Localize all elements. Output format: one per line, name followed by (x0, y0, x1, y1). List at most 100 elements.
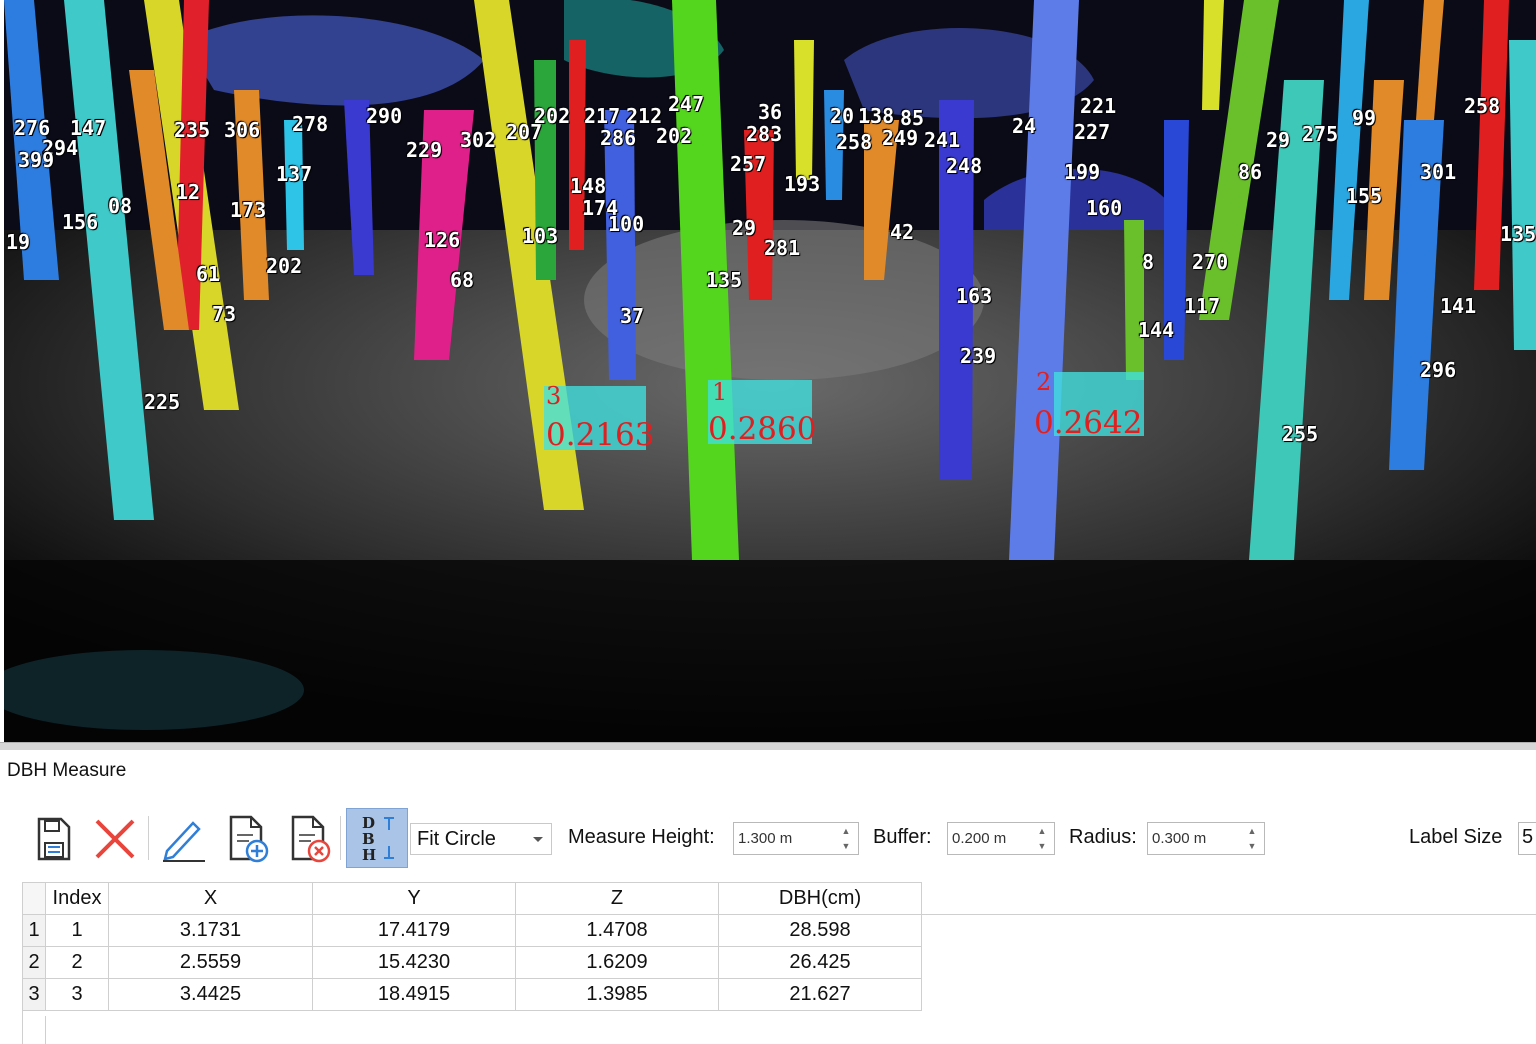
delete-button[interactable] (88, 812, 142, 866)
tree-label: 100 (608, 212, 645, 236)
tree-label: 193 (784, 172, 821, 196)
edit-button[interactable] (156, 812, 210, 866)
tree-label: 229 (406, 138, 443, 162)
tree-label: 29 (1266, 128, 1291, 152)
edit-icon (163, 821, 205, 862)
save-button[interactable] (26, 812, 80, 866)
cell-x[interactable]: 3.1731 (108, 914, 313, 947)
save-icon (37, 817, 71, 861)
tree-label: 239 (960, 344, 997, 368)
measurement-index: 3 (546, 382, 562, 410)
cell-index[interactable]: 2 (45, 946, 109, 979)
cell-z[interactable]: 1.3985 (515, 978, 719, 1011)
tree-label: 258 (836, 130, 873, 154)
tree-label: 278 (292, 112, 329, 136)
remove-record-button[interactable] (282, 812, 336, 866)
panel-splitter[interactable] (0, 742, 1536, 750)
buffer-value: 0.200 m (952, 830, 1007, 847)
tree-label: 138 (858, 104, 895, 128)
chevron-down-icon (533, 837, 543, 842)
tree-label: 399 (18, 148, 55, 172)
radius-input[interactable]: 0.300 m ▲ ▼ (1147, 822, 1265, 855)
toolbar-separator (148, 816, 149, 860)
add-record-button[interactable] (220, 812, 274, 866)
tree-label: 86 (1238, 160, 1263, 184)
dbh-measure-button[interactable]: D B H (346, 808, 408, 868)
cell-index[interactable]: 3 (45, 978, 109, 1011)
tree-label: 126 (424, 228, 461, 252)
table-row[interactable]: 2 2 2.5559 15.4230 1.6209 26.425 (22, 946, 922, 979)
cell-z[interactable]: 1.4708 (515, 914, 719, 947)
cell-z[interactable]: 1.6209 (515, 946, 719, 979)
tree-label: 255 (1282, 422, 1319, 446)
cell-dbh[interactable]: 28.598 (718, 914, 922, 947)
tree-label: 270 (1192, 250, 1229, 274)
tree-label: 137 (276, 162, 313, 186)
row-header-column (22, 1016, 46, 1044)
tree-label: 61 (196, 262, 221, 286)
column-header-y[interactable]: Y (312, 882, 516, 915)
column-header-dbh[interactable]: DBH(cm) (718, 882, 922, 915)
cell-y[interactable]: 18.4915 (312, 978, 516, 1011)
tree-label: 08 (108, 194, 133, 218)
column-header-index[interactable]: Index (45, 882, 109, 915)
tree-label: 29 (732, 216, 757, 240)
tree-label: 117 (1184, 294, 1221, 318)
cell-x[interactable]: 2.5559 (108, 946, 313, 979)
tree-label: 296 (1420, 358, 1457, 382)
measure-height-input[interactable]: 1.300 m ▲ ▼ (733, 822, 859, 855)
label-size-input[interactable]: 5 (1518, 822, 1536, 855)
tree-label: 221 (1080, 94, 1117, 118)
measurement-value: 0.2163 (546, 417, 655, 453)
buffer-input[interactable]: 0.200 m ▲ ▼ (947, 822, 1055, 855)
cell-x[interactable]: 3.4425 (108, 978, 313, 1011)
tree-label: 85 (900, 106, 925, 130)
cell-y[interactable]: 17.4179 (312, 914, 516, 947)
table-header-row: Index X Y Z DBH(cm) (22, 882, 922, 915)
tree-label: 68 (450, 268, 475, 292)
tree-label: 202 (656, 124, 693, 148)
tree-label: 202 (534, 104, 571, 128)
spin-up-icon[interactable]: ▲ (838, 824, 854, 838)
tree-label: 148 (570, 174, 607, 198)
spin-down-icon[interactable]: ▼ (1034, 839, 1050, 853)
cell-dbh[interactable]: 26.425 (718, 946, 922, 979)
tree-label: 144 (1138, 318, 1175, 342)
remove-file-icon (291, 815, 331, 863)
point-cloud-viewport[interactable]: 276 147 294 399 156 08 19 235 306 278 29… (4, 0, 1536, 742)
tree-label: 147 (70, 116, 107, 140)
spin-up-icon[interactable]: ▲ (1034, 824, 1050, 838)
row-header[interactable]: 2 (22, 946, 46, 979)
tree-label: 24 (1012, 114, 1037, 138)
tree-label: 103 (522, 224, 559, 248)
table-corner[interactable] (22, 882, 46, 915)
table-row[interactable]: 3 3 3.4425 18.4915 1.3985 21.627 (22, 978, 922, 1011)
tree-label: 141 (1440, 294, 1477, 318)
tree-label: 212 (626, 104, 663, 128)
cell-y[interactable]: 15.4230 (312, 946, 516, 979)
tree-label: 225 (144, 390, 181, 414)
fit-method-select[interactable]: Fit Circle (410, 823, 552, 855)
row-header[interactable]: 3 (22, 978, 46, 1011)
measure-height-label: Measure Height: (568, 826, 715, 848)
tree-label: 202 (266, 254, 303, 278)
table-row[interactable]: 1 1 3.1731 17.4179 1.4708 28.598 (22, 914, 922, 947)
tree-label: 19 (6, 230, 31, 254)
cell-index[interactable]: 1 (45, 914, 109, 947)
radius-label: Radius: (1069, 826, 1137, 848)
cell-dbh[interactable]: 21.627 (718, 978, 922, 1011)
spin-down-icon[interactable]: ▼ (1244, 839, 1260, 853)
spin-up-icon[interactable]: ▲ (1244, 824, 1260, 838)
row-header[interactable]: 1 (22, 914, 46, 947)
measurement-value: 0.2642 (1034, 405, 1143, 441)
results-table: Index X Y Z DBH(cm) 1 1 3.1731 17.4179 1… (22, 882, 922, 1011)
tree-label: 42 (890, 220, 915, 244)
tree-label: 8 (1142, 250, 1155, 274)
tree-label: 173 (230, 198, 267, 222)
label-size-label: Label Size (1409, 826, 1503, 848)
spin-down-icon[interactable]: ▼ (838, 839, 854, 853)
column-header-x[interactable]: X (108, 882, 313, 915)
radius-value: 0.300 m (1152, 830, 1207, 847)
column-header-z[interactable]: Z (515, 882, 719, 915)
add-file-icon (229, 815, 269, 863)
